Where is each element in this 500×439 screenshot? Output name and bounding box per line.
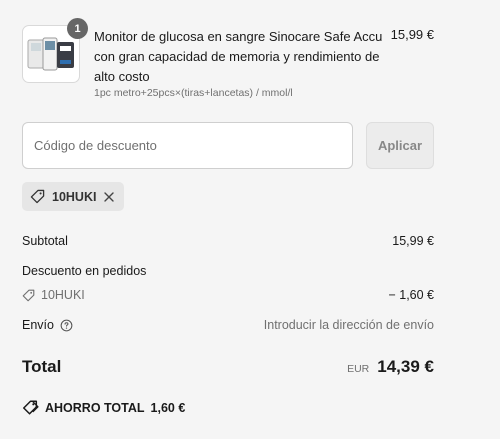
quantity-badge: 1 [67, 18, 88, 39]
savings-tag-icon [22, 400, 39, 415]
total-label: Total [22, 357, 62, 376]
total-currency: EUR [347, 363, 370, 375]
order-discount-row: 10HUKI − 1,60 € [22, 288, 434, 305]
subtotal-label: Subtotal [22, 234, 68, 248]
shipping-row: Envío Introducir la dirección de envío [22, 318, 434, 332]
remove-discount-close-icon[interactable] [103, 191, 115, 203]
order-discount-heading: Descuento en pedidos [22, 264, 434, 278]
product-title: Monitor de glucosa en sangre Sinocare Sa… [94, 29, 383, 84]
applied-discount-code: 10HUKI [52, 189, 97, 204]
order-discount-value: − 1,60 € [388, 288, 434, 302]
order-discount-label: Descuento en pedidos [22, 264, 147, 278]
applied-discount-chip: 10HUKI [22, 182, 124, 211]
subtotal-row: Subtotal 15,99 € [22, 234, 434, 248]
apply-discount-button[interactable]: Aplicar [366, 122, 434, 169]
help-circle-icon[interactable] [60, 319, 73, 332]
total-amount: 14,39 € [377, 357, 434, 376]
total-value-group: EUR 14,39 € [347, 357, 434, 377]
discount-code-input[interactable] [22, 122, 353, 169]
tag-icon [22, 289, 35, 302]
cart-line-item: 1 Monitor de glucosa en sangre Sinocare … [22, 18, 434, 105]
savings-label: AHORRO TOTAL [45, 400, 145, 415]
tag-icon [30, 189, 45, 204]
shipping-value: Introducir la dirección de envío [263, 318, 434, 332]
savings-value: 1,60 € [150, 400, 186, 415]
product-thumbnail: 1 [22, 18, 88, 83]
product-variant: 1pc metro+25pcs×(tiras+lancetas) / mmol/… [94, 87, 293, 99]
subtotal-value: 15,99 € [392, 234, 434, 248]
total-savings: AHORRO TOTAL 1,60 € [22, 400, 185, 415]
order-discount-code: 10HUKI [41, 288, 85, 302]
shipping-label: Envío [22, 318, 54, 332]
product-price: 15,99 € [390, 27, 434, 42]
